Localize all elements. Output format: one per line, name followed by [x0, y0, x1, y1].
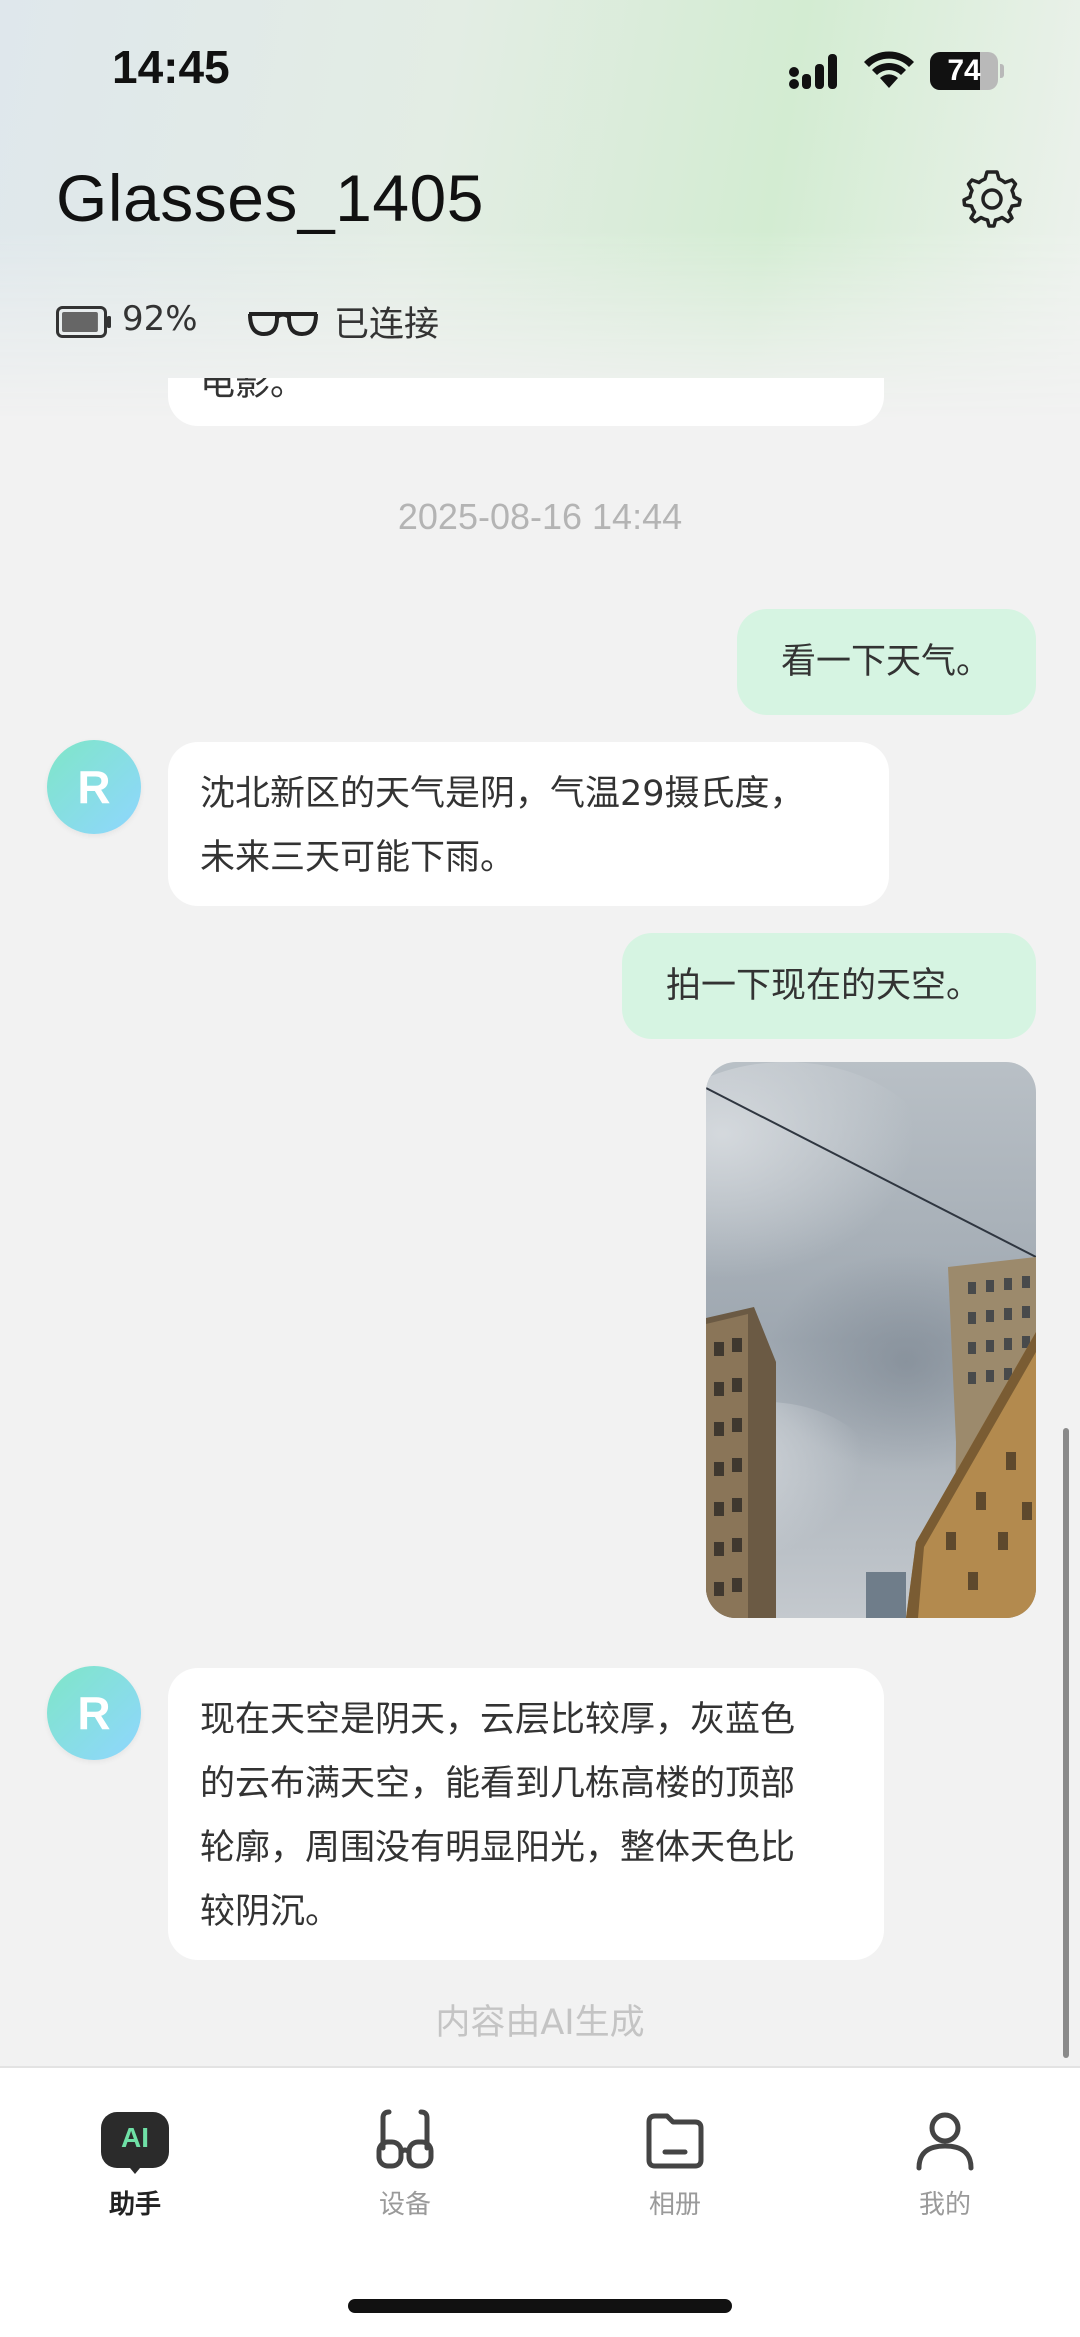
- chat-list[interactable]: 电影。 2025-08-16 14:44 看一下天气。 R 沈北新区的天气是阴，…: [0, 378, 1080, 2066]
- device-name-title: Glasses_1405: [56, 161, 484, 235]
- user-message-bubble: 看一下天气。: [737, 609, 1036, 715]
- connection-status: 已连接: [334, 305, 440, 345]
- tab-profile[interactable]: 我的: [875, 2108, 1015, 2228]
- folder-album-icon: [646, 2113, 704, 2169]
- chat-scrollbar[interactable]: [1063, 1428, 1069, 2058]
- bottom-tab-bar: AI 助手 设备 相册 我的: [0, 2066, 1080, 2337]
- message-timestamp: 2025-08-16 14:44: [397, 496, 683, 537]
- tab-label: 设备: [378, 2190, 431, 2220]
- cellular-signal-icon: [789, 54, 837, 89]
- home-indicator[interactable]: [348, 2299, 732, 2313]
- ai-message-text: 轮廓，周围没有明显阳光，整体天色比: [200, 1828, 796, 1868]
- user-message-bubble: 拍一下现在的天空。: [622, 933, 1036, 1039]
- tab-assistant[interactable]: AI 助手: [65, 2108, 205, 2228]
- sky-photo-image[interactable]: [706, 1062, 1036, 1618]
- glasses-device-icon: [376, 2109, 434, 2169]
- ai-message-text: 沈北新区的天气是阴，气温29摄氏度，: [200, 774, 805, 814]
- tab-device[interactable]: 设备: [335, 2108, 475, 2228]
- ai-message-text: 较阴沉。: [200, 1892, 341, 1932]
- phone-battery-indicator: 74: [930, 52, 1004, 90]
- ai-message-text: 电影。: [200, 378, 306, 404]
- ai-avatar[interactable]: R: [47, 1666, 141, 1760]
- phone-battery-percent: 74: [947, 54, 981, 87]
- tab-album[interactable]: 相册: [605, 2108, 745, 2228]
- status-bar: 14:45 74: [0, 0, 1080, 140]
- ai-message-bubble: 现在天空是阴天，云层比较厚，灰蓝色 的云布满天空，能看到几栋高楼的顶部 轮廓，周…: [168, 1668, 884, 1960]
- battery-icon: [56, 306, 111, 338]
- wifi-icon: [864, 51, 914, 88]
- tab-label: 助手: [108, 2190, 161, 2220]
- ai-message-bubble: 电影。: [168, 378, 884, 426]
- status-time: 14:45: [112, 41, 230, 93]
- gear-icon[interactable]: [960, 166, 1024, 230]
- glasses-battery-text: 92%: [122, 299, 198, 339]
- ai-message-bubble: 沈北新区的天气是阴，气温29摄氏度， 未来三天可能下雨。: [168, 742, 889, 906]
- person-icon: [916, 2112, 974, 2171]
- tab-label: 我的: [918, 2190, 971, 2220]
- ai-avatar[interactable]: R: [47, 740, 141, 834]
- glasses-icon: [248, 312, 318, 337]
- ai-message-text: 现在天空是阴天，云层比较厚，灰蓝色: [200, 1700, 796, 1740]
- user-message-text: 拍一下现在的天空。: [666, 966, 982, 1006]
- ai-assistant-icon: AI: [101, 2112, 169, 2174]
- ai-generated-note: 内容由AI生成: [435, 2003, 645, 2043]
- tab-label: 相册: [648, 2190, 701, 2220]
- ai-message-text: 未来三天可能下雨。: [200, 838, 516, 878]
- ai-message-text: 的云布满天空，能看到几栋高楼的顶部: [200, 1764, 796, 1804]
- user-message-text: 看一下天气。: [781, 642, 992, 682]
